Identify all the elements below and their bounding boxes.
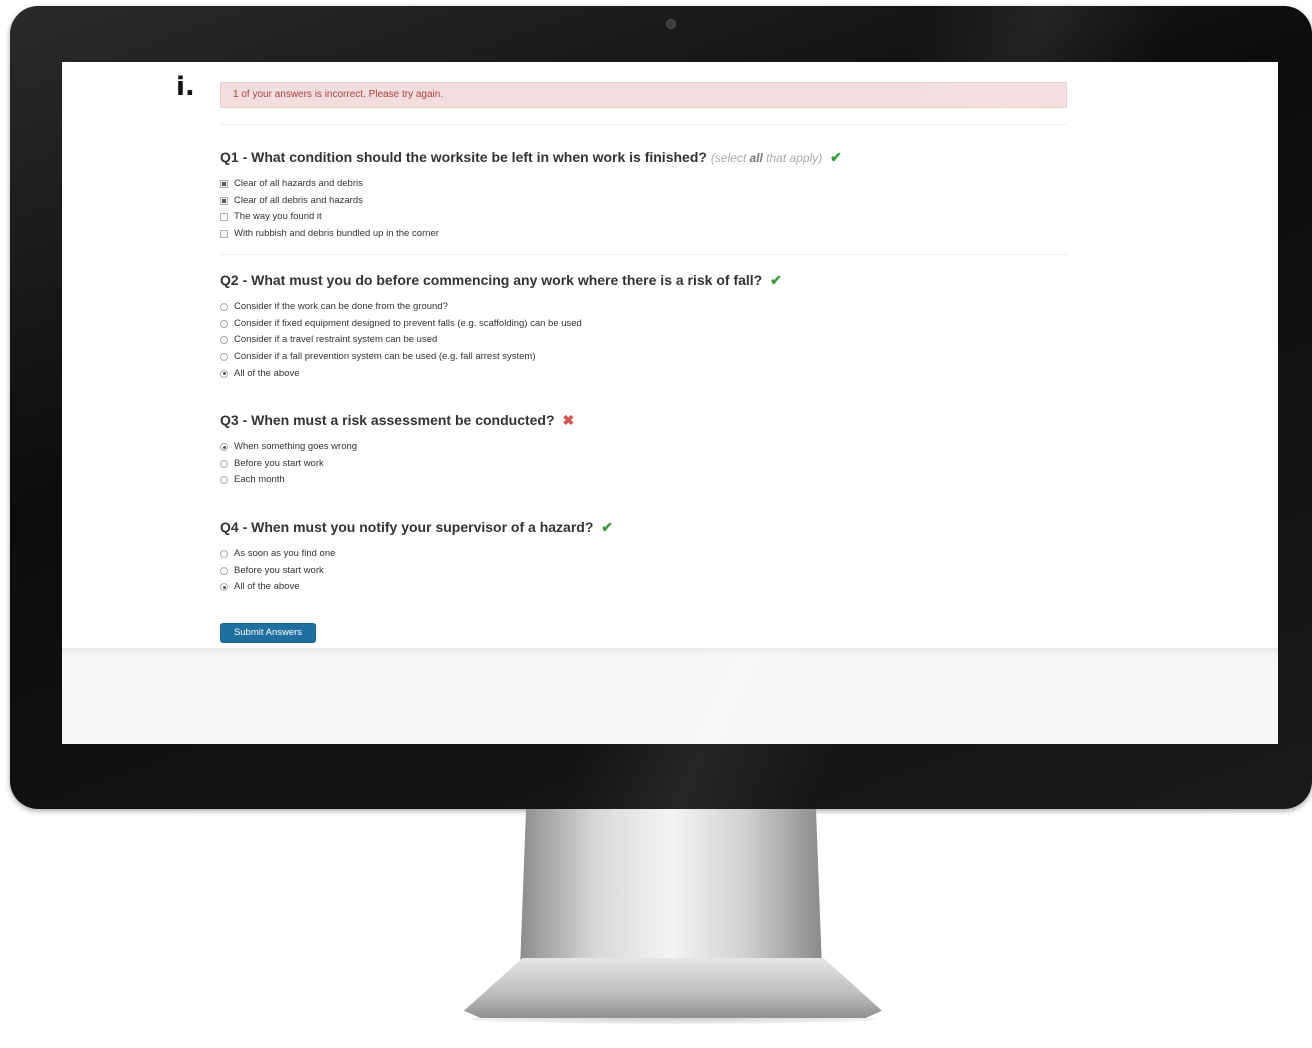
option-label: Before you start work [234,564,324,576]
option-2-1[interactable]: Consider if the work can be done from th… [220,299,1067,316]
radio-button[interactable] [220,369,228,378]
option-label: The way you found it [234,211,322,223]
option-1-3[interactable]: The way you found it [220,209,1067,226]
radio-button[interactable] [220,459,228,468]
question-4: Q4 - When must you notify your superviso… [220,518,1067,596]
monitor-base [464,958,882,1018]
incorrect-cross-icon: ✖ [562,412,575,428]
option-label: With rubbish and debris bundled up in th… [234,228,439,240]
question-4-text: Q4 - When must you notify your superviso… [220,519,594,535]
question-1: Q1 - What condition should the worksite … [220,148,1067,242]
correct-check-icon: ✔ [830,149,842,165]
option-label: Consider if a travel restraint system ca… [234,334,438,346]
question-2: Q2 - What must you do before commencing … [220,271,1067,382]
option-2-2[interactable]: Consider if fixed equipment designed to … [220,316,1067,333]
figure-label: i. [176,72,195,102]
camera-icon [666,19,676,29]
radio-button[interactable] [220,303,228,312]
option-label: All of the above [234,581,300,593]
option-1-4[interactable]: With rubbish and debris bundled up in th… [220,226,1067,243]
hint-bold: all [749,151,763,165]
question-4-options: As soon as you find one Before you start … [220,546,1067,596]
radio-button[interactable] [220,583,228,592]
screen-footer-area [62,648,1278,744]
option-4-1[interactable]: As soon as you find one [220,546,1067,563]
question-2-options: Consider if the work can be done from th… [220,299,1067,382]
screen: 1 of your answers is incorrect. Please t… [62,62,1278,744]
radio-button[interactable] [220,336,228,345]
option-2-4[interactable]: Consider if a fall prevention system can… [220,349,1067,366]
hint-suffix: that apply) [762,151,823,165]
option-4-2[interactable]: Before you start work [220,563,1067,580]
option-label: Consider if fixed equipment designed to … [234,317,582,329]
question-title: Q4 - When must you notify your superviso… [220,518,1067,536]
checkbox[interactable] [220,180,228,189]
correct-check-icon: ✔ [770,272,782,288]
question-2-text: Q2 - What must you do before commencing … [220,272,763,288]
correct-check-icon: ✔ [601,519,614,535]
option-label: Consider if a fall prevention system can… [234,351,536,363]
option-label: Clear of all hazards and debris [234,178,363,190]
option-label: Each month [234,474,285,486]
question-3-options: When something goes wrong Before you star… [220,439,1067,489]
checkbox[interactable] [220,230,228,239]
question-title: Q1 - What condition should the worksite … [220,148,1067,166]
option-label: As soon as you find one [234,548,336,560]
option-3-2[interactable]: Before you start work [220,456,1067,473]
option-label: Clear of all debris and hazards [234,194,363,206]
radio-button[interactable] [220,566,228,575]
option-1-1[interactable]: Clear of all hazards and debris [220,176,1067,193]
option-3-1[interactable]: When something goes wrong [220,439,1067,456]
divider [220,254,1067,255]
question-3-text: Q3 - When must a risk assessment be cond… [220,412,555,428]
option-4-3[interactable]: All of the above [220,579,1067,596]
option-label: Before you start work [234,457,324,469]
divider [220,124,1067,125]
radio-button[interactable] [220,476,228,485]
question-1-options: Clear of all hazards and debris Clear of … [220,176,1067,242]
hint-prefix: (select [710,151,750,165]
radio-button[interactable] [220,353,228,362]
question-1-text: Q1 - What condition should the worksite … [220,149,707,165]
submit-answers-button[interactable]: Submit Answers [220,623,316,643]
option-1-2[interactable]: Clear of all debris and hazards [220,193,1067,210]
question-3: Q3 - When must a risk assessment be cond… [220,411,1067,489]
radio-button[interactable] [220,443,228,452]
question-title: Q2 - What must you do before commencing … [220,271,1067,289]
monitor-stand [520,809,822,969]
option-2-3[interactable]: Consider if a travel restraint system ca… [220,332,1067,349]
select-all-hint: (select all that apply) [711,151,822,165]
monitor-bezel: 1 of your answers is incorrect. Please t… [10,6,1312,809]
radio-button[interactable] [220,550,228,559]
error-alert: 1 of your answers is incorrect. Please t… [220,82,1067,108]
checkbox[interactable] [220,213,228,222]
checkbox[interactable] [220,196,228,205]
question-title: Q3 - When must a risk assessment be cond… [220,411,1067,429]
option-label: Consider if the work can be done from th… [234,301,448,313]
option-label: All of the above [234,367,300,379]
radio-button[interactable] [220,319,228,328]
option-2-5[interactable]: All of the above [220,365,1067,382]
option-3-3[interactable]: Each month [220,472,1067,489]
option-label: When something goes wrong [234,441,358,453]
